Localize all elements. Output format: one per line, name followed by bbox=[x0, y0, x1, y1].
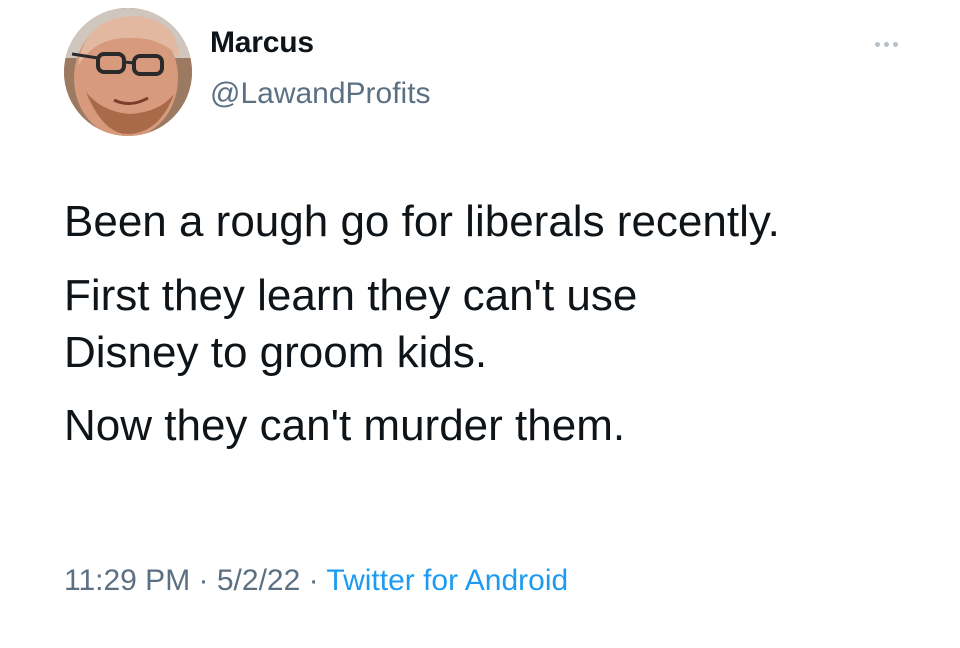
display-name[interactable]: Marcus bbox=[210, 25, 314, 61]
dot bbox=[892, 41, 898, 47]
tweet-text: Been a rough go for liberals recently. F… bbox=[64, 196, 944, 474]
avatar[interactable] bbox=[64, 8, 192, 136]
tweet-source-link[interactable]: Twitter for Android bbox=[326, 564, 568, 597]
tweet-line-3: Disney to groom kids. bbox=[64, 327, 488, 377]
tweet-line-1: Been a rough go for liberals recently. bbox=[64, 197, 780, 246]
tweet-metadata: 11:29 PM · 5/2/22 · Twitter for Android bbox=[64, 563, 568, 599]
tweet-line-2: First they learn they can't use bbox=[64, 270, 638, 320]
dot bbox=[883, 41, 889, 47]
user-handle[interactable]: @LawandProfits bbox=[210, 76, 431, 112]
tweet-line-4: Now they can't murder them. bbox=[64, 401, 626, 451]
separator: · bbox=[190, 564, 217, 597]
tweet-card: Marcus @LawandProfits Been a rough go fo… bbox=[0, 0, 960, 648]
more-options-icon[interactable] bbox=[866, 34, 906, 54]
user-avatar-photo-icon bbox=[64, 8, 192, 136]
separator: · bbox=[300, 564, 327, 597]
tweet-time[interactable]: 11:29 PM bbox=[64, 564, 190, 597]
tweet-date[interactable]: 5/2/22 bbox=[217, 564, 300, 597]
dot bbox=[874, 41, 880, 47]
